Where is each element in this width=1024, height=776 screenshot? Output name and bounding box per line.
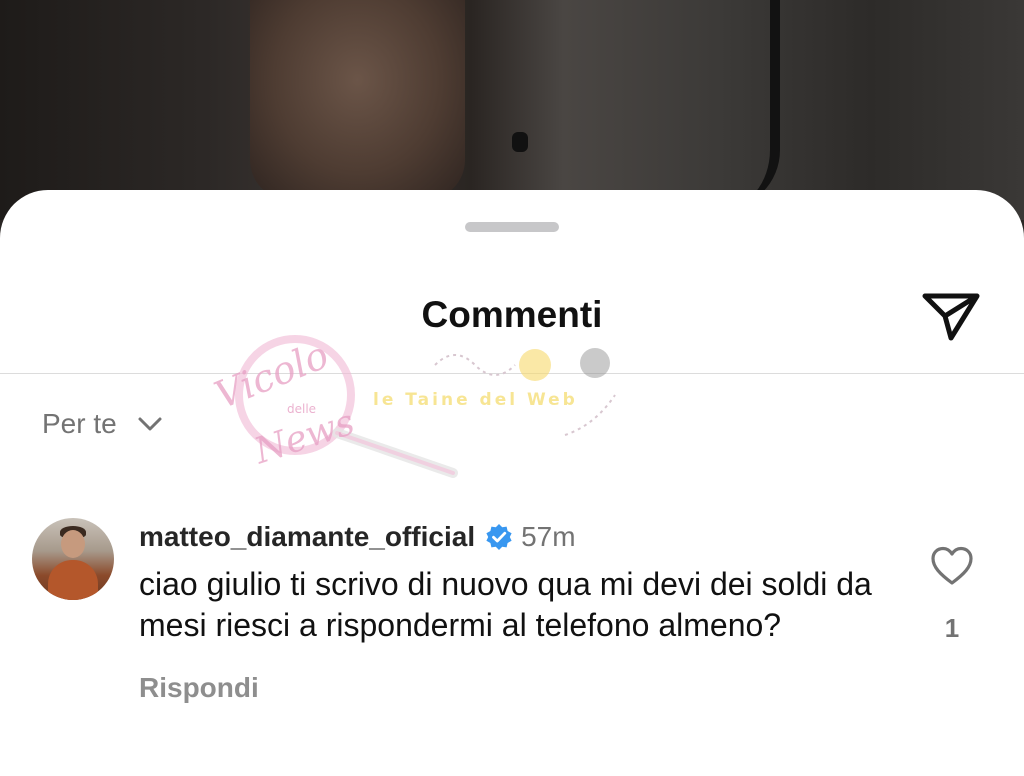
header-divider (0, 373, 1024, 374)
photo-subject (250, 0, 465, 200)
avatar[interactable] (32, 518, 114, 600)
comment-item: matteo_diamante_official 57m ciao giulio… (32, 518, 992, 758)
chevron-down-icon (137, 416, 163, 432)
mirror-frame (700, 0, 780, 210)
comment-text: ciao giulio ti scrivo di nuovo qua mi de… (139, 566, 872, 643)
sheet-grabber[interactable] (465, 222, 559, 232)
comment-meta: matteo_diamante_official 57m (139, 520, 899, 554)
comment-timestamp: 57m (521, 521, 576, 552)
comment-username[interactable]: matteo_diamante_official (139, 521, 475, 553)
comments-sheet: Commenti Per te Vicolo delle News le Tai… (0, 190, 1024, 776)
sort-label: Per te (42, 408, 117, 439)
comment-body: matteo_diamante_official 57m ciao giulio… (139, 520, 899, 704)
sort-dropdown[interactable]: Per te (42, 408, 163, 440)
watermark-line2: delle (287, 402, 316, 416)
watermark-line1: Vicolo (209, 333, 335, 418)
verified-badge-icon (485, 523, 513, 551)
reply-button[interactable]: Rispondi (139, 672, 259, 704)
like-button[interactable] (930, 546, 974, 586)
watermark-tagline: le Taine del Web (373, 390, 578, 410)
watermark-logo: Vicolo delle News le Taine del Web (209, 333, 616, 478)
like-count: 1 (944, 613, 960, 643)
like-column: 1 (922, 546, 982, 644)
heart-icon (931, 546, 973, 585)
watermark-line3: News (249, 402, 360, 473)
avatar-body (48, 560, 98, 600)
avatar-head (61, 530, 85, 558)
background-photo (0, 0, 1024, 220)
screen: Commenti Per te Vicolo delle News le Tai… (0, 0, 1024, 776)
sheet-title: Commenti (421, 294, 603, 335)
share-button[interactable] (918, 286, 984, 346)
door-knob (512, 132, 528, 152)
paper-plane-icon (922, 293, 980, 341)
